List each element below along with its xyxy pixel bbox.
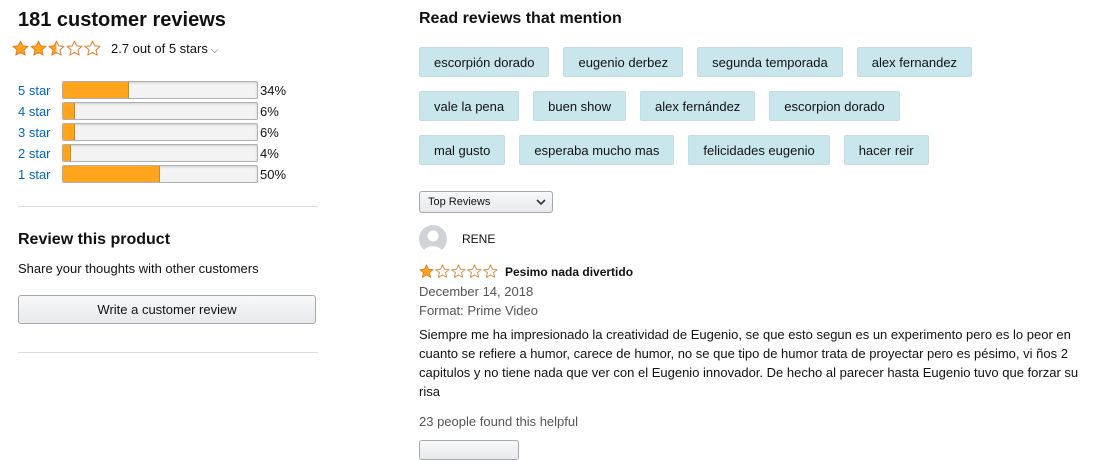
histogram-percent: 50%: [260, 167, 287, 182]
mention-chip[interactable]: felicidades eugenio: [688, 135, 830, 165]
histogram-label[interactable]: 2 star: [18, 146, 51, 161]
histogram-bar[interactable]: [62, 102, 258, 120]
histogram-label[interactable]: 4 star: [18, 104, 51, 119]
sort-selected-value: Top Reviews: [428, 196, 491, 208]
histogram-row[interactable]: 2 star 4%: [18, 143, 318, 164]
mention-chip-row: mal gusto esperaba mucho mas felicidades e…: [419, 135, 1109, 165]
average-rating-text[interactable]: 2.7 out of 5 stars ⌵: [111, 41, 218, 56]
write-review-button[interactable]: Write a customer review: [18, 295, 316, 324]
histogram-row[interactable]: 1 star 50%: [18, 164, 318, 185]
mention-chip[interactable]: escorpion dorado: [769, 91, 900, 121]
star-icon: [435, 264, 450, 278]
histogram-bar-fill: [63, 145, 71, 161]
rating-histogram: 5 star 34% 4 star 6% 3 star 6% 2 star 4% 1 star 5…: [18, 80, 318, 185]
mention-chip[interactable]: segunda temporada: [697, 47, 843, 77]
histogram-row[interactable]: 3 star 6%: [18, 122, 318, 143]
mention-chip-row: vale la pena buen show alex fernández escor…: [419, 91, 1109, 121]
histogram-percent: 4%: [260, 146, 279, 161]
divider: [18, 206, 318, 207]
review-product-heading: Review this product: [18, 231, 171, 248]
star-icon: [30, 40, 47, 56]
review-format: Format: Prime Video: [419, 303, 538, 318]
chevron-down-icon: [536, 199, 546, 206]
review-product-subtitle: Share your thoughts with other customers: [18, 261, 259, 276]
histogram-label[interactable]: 5 star: [18, 83, 51, 98]
review-body: Siempre me ha impresionado la creativida…: [419, 327, 1079, 399]
histogram-label[interactable]: 3 star: [18, 125, 51, 140]
histogram-row[interactable]: 5 star 34%: [18, 80, 318, 101]
histogram-bar[interactable]: [62, 123, 258, 141]
star-icon: [12, 40, 29, 56]
histogram-bar-fill: [63, 166, 160, 182]
review-rating: Pesimo nada divertido: [419, 264, 633, 279]
mention-chip-row: escorpión dorado eugenio derbez segunda te…: [419, 47, 1109, 77]
star-icon: [451, 264, 466, 278]
histogram-row[interactable]: 4 star 6%: [18, 101, 318, 122]
mention-chip[interactable]: eugenio derbez: [563, 47, 684, 77]
review-title[interactable]: Pesimo nada divertido: [505, 265, 633, 279]
mention-chip[interactable]: esperaba mucho mas: [519, 135, 675, 165]
histogram-bar-fill: [63, 82, 129, 98]
histogram-bar[interactable]: [62, 144, 258, 162]
reviewer-profile[interactable]: RENE: [419, 225, 495, 253]
star-icon: [84, 40, 101, 56]
histogram-bar-fill: [63, 103, 75, 119]
star-icon: [48, 40, 65, 56]
mention-chip[interactable]: hacer reir: [843, 135, 929, 165]
mention-chips: escorpión dorado eugenio derbez segunda te…: [419, 47, 1109, 179]
histogram-label[interactable]: 1 star: [18, 167, 51, 182]
histogram-bar[interactable]: [62, 81, 258, 99]
histogram-percent: 6%: [260, 104, 279, 119]
reviews-count-title: 181 customer reviews: [18, 9, 226, 31]
mentions-heading: Read reviews that mention: [419, 10, 622, 27]
star-icon: [419, 264, 434, 278]
helpful-count: 23 people found this helpful: [419, 414, 579, 429]
mention-chip[interactable]: alex fernandez: [856, 47, 973, 77]
mention-chip[interactable]: buen show: [533, 91, 627, 121]
reviewer-name: RENE: [462, 232, 496, 246]
histogram-bar[interactable]: [62, 165, 258, 183]
histogram-percent: 6%: [260, 125, 279, 140]
star-icon: [467, 264, 482, 278]
histogram-bar-fill: [63, 124, 75, 140]
review-stars: [419, 264, 499, 279]
review-date: December 14, 2018: [419, 284, 534, 299]
average-stars: [12, 40, 102, 57]
user-avatar-icon: [419, 225, 447, 253]
sort-dropdown[interactable]: Top Reviews: [419, 191, 553, 213]
histogram-percent: 34%: [260, 83, 287, 98]
mention-chip[interactable]: escorpión dorado: [419, 47, 550, 77]
helpful-button[interactable]: [419, 440, 519, 460]
star-icon: [483, 264, 498, 278]
average-rating[interactable]: 2.7 out of 5 stars ⌵: [12, 40, 218, 57]
mention-chip[interactable]: alex fernández: [640, 91, 756, 121]
chevron-down-icon: ⌵: [210, 45, 219, 56]
mention-chip[interactable]: vale la pena: [419, 91, 520, 121]
divider: [18, 352, 318, 353]
star-icon: [66, 40, 83, 56]
mention-chip[interactable]: mal gusto: [419, 135, 506, 165]
